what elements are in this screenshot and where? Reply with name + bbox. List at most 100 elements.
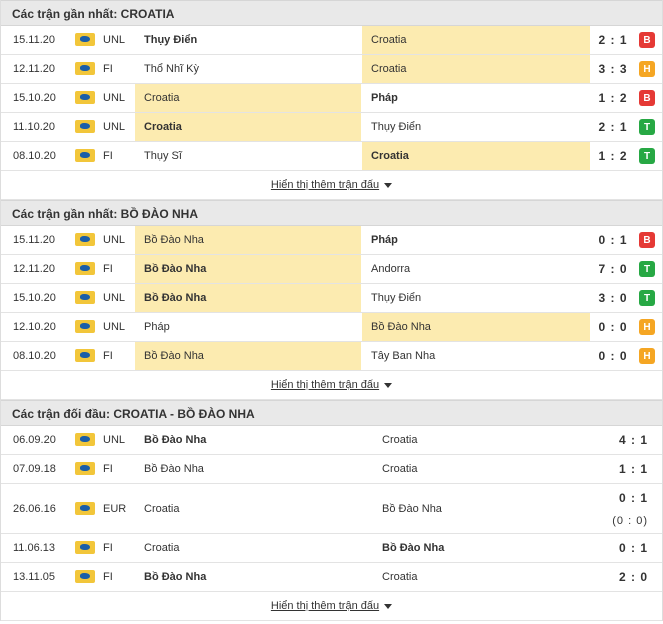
half-time-score: (0 : 0)	[612, 514, 648, 527]
home-team[interactable]: Thổ Nhĩ Kỳ	[135, 55, 361, 83]
home-team[interactable]: Croatia	[135, 84, 361, 112]
home-team[interactable]: Bồ Đào Nha	[135, 426, 375, 454]
world-map-flag-icon	[75, 33, 95, 46]
home-team[interactable]: Thụy Sĩ	[135, 142, 361, 170]
match-row[interactable]: 08.10.20 FI Bồ Đào Nha Tây Ban Nha 0 : 0 H	[1, 342, 662, 371]
result-badge: B	[639, 232, 655, 248]
show-more-row: Hiển thị thêm trận đấu	[1, 371, 662, 400]
world-map-flag-icon	[75, 501, 95, 515]
result-badge: T	[639, 290, 655, 306]
home-team[interactable]: Bồ Đào Nha	[135, 226, 361, 254]
home-team[interactable]: Croatia	[135, 113, 361, 141]
match-score: 3 : 0	[598, 291, 628, 305]
away-team[interactable]: Thụy Điển	[362, 113, 590, 141]
result-badge: B	[639, 32, 655, 48]
home-team[interactable]: Bồ Đào Nha	[135, 342, 361, 370]
h2h-match-row[interactable]: 06.09.20 UNL Bồ Đào Nha Croatia 4 : 1	[1, 426, 662, 455]
home-team[interactable]: Bồ Đào Nha	[135, 563, 375, 591]
caret-down-icon[interactable]	[384, 182, 393, 188]
away-team[interactable]: Bồ Đào Nha	[375, 484, 595, 533]
home-team[interactable]: Bồ Đào Nha	[135, 284, 361, 312]
match-row[interactable]: 12.10.20 UNL Pháp Bồ Đào Nha 0 : 0 H	[1, 313, 662, 342]
competition-label: FI	[103, 542, 113, 554]
match-score: 0 : 1	[596, 534, 656, 562]
show-more-link[interactable]: Hiển thị thêm trận đấu	[271, 600, 379, 612]
home-team[interactable]: Croatia	[135, 534, 375, 562]
away-team[interactable]: Pháp	[362, 84, 590, 112]
match-row[interactable]: 15.11.20 UNL Thụy Điển Croatia 2 : 1 B	[1, 26, 662, 55]
match-score: 2 : 0	[596, 563, 656, 591]
match-score: 7 : 0	[598, 262, 628, 276]
match-date: 12.10.20	[13, 321, 56, 333]
h2h-match-row[interactable]: 13.11.05 FI Bồ Đào Nha Croatia 2 : 0	[1, 563, 662, 592]
section-title: Các trận đối đầu: CROATIA - BỒ ĐÀO NHA	[1, 400, 662, 426]
show-more-link[interactable]: Hiển thị thêm trận đấu	[271, 179, 379, 191]
away-team[interactable]: Croatia	[362, 142, 590, 170]
home-team[interactable]: Bồ Đào Nha	[135, 455, 375, 483]
competition-label: FI	[103, 150, 113, 162]
away-team[interactable]: Bồ Đào Nha	[375, 534, 595, 562]
home-team[interactable]: Thụy Điển	[135, 26, 361, 54]
away-team[interactable]: Tây Ban Nha	[362, 342, 590, 370]
competition-label: UNL	[103, 321, 126, 333]
competition-label: FI	[103, 350, 113, 362]
match-date: 13.11.05	[13, 571, 56, 583]
competition-label: FI	[103, 571, 113, 583]
match-row[interactable]: 11.10.20 UNL Croatia Thụy Điển 2 : 1 T	[1, 113, 662, 142]
world-map-flag-icon	[75, 91, 95, 104]
away-team[interactable]: Croatia	[362, 26, 590, 54]
world-map-flag-icon	[75, 462, 95, 475]
recent-matches-section: Các trận gần nhất: BỒ ĐÀO NHA 15.11.20 UNL…	[0, 200, 663, 400]
away-team[interactable]: Croatia	[375, 455, 595, 483]
match-date: 15.11.20	[13, 34, 56, 46]
away-team[interactable]: Pháp	[362, 226, 590, 254]
competition-label: UNL	[103, 434, 126, 446]
away-team[interactable]: Croatia	[362, 55, 590, 83]
match-date: 12.11.20	[13, 63, 56, 75]
h2h-match-row[interactable]: 11.06.13 FI Croatia Bồ Đào Nha 0 : 1	[1, 534, 662, 563]
match-date: 11.10.20	[13, 121, 56, 133]
home-team[interactable]: Croatia	[135, 484, 375, 533]
home-team[interactable]: Pháp	[135, 313, 361, 341]
result-badge: B	[639, 90, 655, 106]
match-row[interactable]: 15.11.20 UNL Bồ Đào Nha Pháp 0 : 1 B	[1, 226, 662, 255]
match-row[interactable]: 12.11.20 FI Thổ Nhĩ Kỳ Croatia 3 : 3 H	[1, 55, 662, 84]
h2h-match-row[interactable]: 26.06.16 EUR Croatia Bồ Đào Nha 0 : 1 (0 : 0)	[1, 484, 662, 534]
recent-matches-section: Các trận gần nhất: CROATIA 15.11.20 UNL Thụ…	[0, 0, 663, 200]
show-more-link[interactable]: Hiển thị thêm trận đấu	[271, 379, 379, 391]
match-row[interactable]: 12.11.20 FI Bồ Đào Nha Andorra 7 : 0 T	[1, 255, 662, 284]
match-date: 06.09.20	[13, 434, 56, 446]
match-history-panel: Các trận gần nhất: CROATIA 15.11.20 UNL Thụ…	[0, 0, 663, 621]
match-score: 0 : 0	[598, 320, 628, 334]
match-row[interactable]: 15.10.20 UNL Bồ Đào Nha Thụy Điển 3 : 0 T	[1, 284, 662, 313]
competition-label: FI	[103, 463, 113, 475]
full-time-score: 0 : 1	[618, 490, 648, 505]
match-date: 08.10.20	[13, 150, 56, 162]
competition-label: UNL	[103, 34, 126, 46]
home-team[interactable]: Bồ Đào Nha	[135, 255, 361, 283]
away-team[interactable]: Andorra	[362, 255, 590, 283]
match-date: 07.09.18	[13, 463, 56, 475]
world-map-flag-icon	[75, 433, 95, 446]
match-score: 1 : 1	[596, 455, 656, 483]
away-team[interactable]: Bồ Đào Nha	[362, 313, 590, 341]
caret-down-icon[interactable]	[384, 382, 393, 388]
match-date: 26.06.16	[13, 502, 56, 515]
match-score: 0 : 1	[598, 233, 628, 247]
away-team[interactable]: Croatia	[375, 426, 595, 454]
result-badge: H	[639, 319, 655, 335]
full-time-score: 2 : 0	[618, 570, 648, 584]
h2h-match-row[interactable]: 07.09.18 FI Bồ Đào Nha Croatia 1 : 1	[1, 455, 662, 484]
away-team[interactable]: Croatia	[375, 563, 595, 591]
show-more-row: Hiển thị thêm trận đấu	[1, 592, 662, 621]
match-row[interactable]: 08.10.20 FI Thụy Sĩ Croatia 1 : 2 T	[1, 142, 662, 171]
result-badge: T	[639, 148, 655, 164]
match-score: 1 : 2	[598, 149, 628, 163]
competition-label: FI	[103, 63, 113, 75]
world-map-flag-icon	[75, 233, 95, 246]
away-team[interactable]: Thụy Điển	[362, 284, 590, 312]
match-row[interactable]: 15.10.20 UNL Croatia Pháp 1 : 2 B	[1, 84, 662, 113]
match-score: 3 : 3	[598, 62, 628, 76]
caret-down-icon[interactable]	[384, 603, 393, 609]
world-map-flag-icon	[75, 320, 95, 333]
